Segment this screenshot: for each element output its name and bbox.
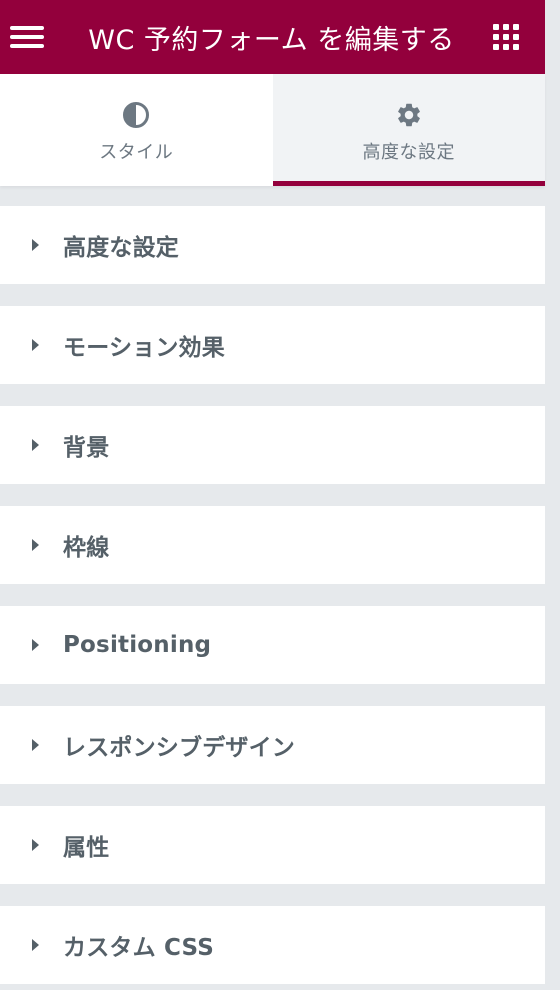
section-label: 高度な設定 <box>63 235 179 261</box>
grid-icon[interactable] <box>493 24 519 50</box>
section-positioning[interactable]: Positioning <box>0 606 545 684</box>
section-advanced[interactable]: 高度な設定 <box>0 206 545 284</box>
section-label: 背景 <box>63 435 110 461</box>
tab-style[interactable]: スタイル <box>0 74 273 186</box>
section-border[interactable]: 枠線 <box>0 506 545 584</box>
caret-right-icon <box>32 539 39 551</box>
caret-right-icon <box>32 639 39 651</box>
caret-right-icon <box>32 239 39 251</box>
section-custom-css[interactable]: カスタム CSS <box>0 906 545 984</box>
section-attributes[interactable]: 属性 <box>0 806 545 884</box>
contrast-icon <box>121 100 151 130</box>
tab-advanced-label: 高度な設定 <box>362 142 455 163</box>
caret-right-icon <box>32 439 39 451</box>
section-label: Positioning <box>63 632 212 658</box>
panel-header: WC 予約フォーム を編集する <box>0 0 545 74</box>
tab-advanced[interactable]: 高度な設定 <box>272 74 545 186</box>
section-motion-effects[interactable]: モーション効果 <box>0 306 545 384</box>
section-label: モーション効果 <box>63 335 225 361</box>
section-label: 属性 <box>63 835 110 861</box>
section-label: レスポンシブデザイン <box>63 735 295 761</box>
hamburger-icon[interactable] <box>10 22 44 52</box>
caret-right-icon <box>32 339 39 351</box>
caret-right-icon <box>32 939 39 951</box>
section-background[interactable]: 背景 <box>0 406 545 484</box>
tab-style-label: スタイル <box>99 142 174 163</box>
section-label: 枠線 <box>63 535 110 561</box>
gear-icon <box>394 100 424 130</box>
section-responsive[interactable]: レスポンシブデザイン <box>0 706 545 784</box>
panel-title: WC 予約フォーム を編集する <box>88 24 455 56</box>
section-label: カスタム CSS <box>63 935 215 961</box>
caret-right-icon <box>32 739 39 751</box>
section-list: 高度な設定 モーション効果 背景 枠線 Positioning レスポンシブデザ… <box>0 186 545 984</box>
caret-right-icon <box>32 839 39 851</box>
elementor-panel: WC 予約フォーム を編集する スタイル 高度な設定 高度な設定 モーション効果… <box>0 0 545 990</box>
panel-tabs: スタイル 高度な設定 <box>0 74 545 186</box>
